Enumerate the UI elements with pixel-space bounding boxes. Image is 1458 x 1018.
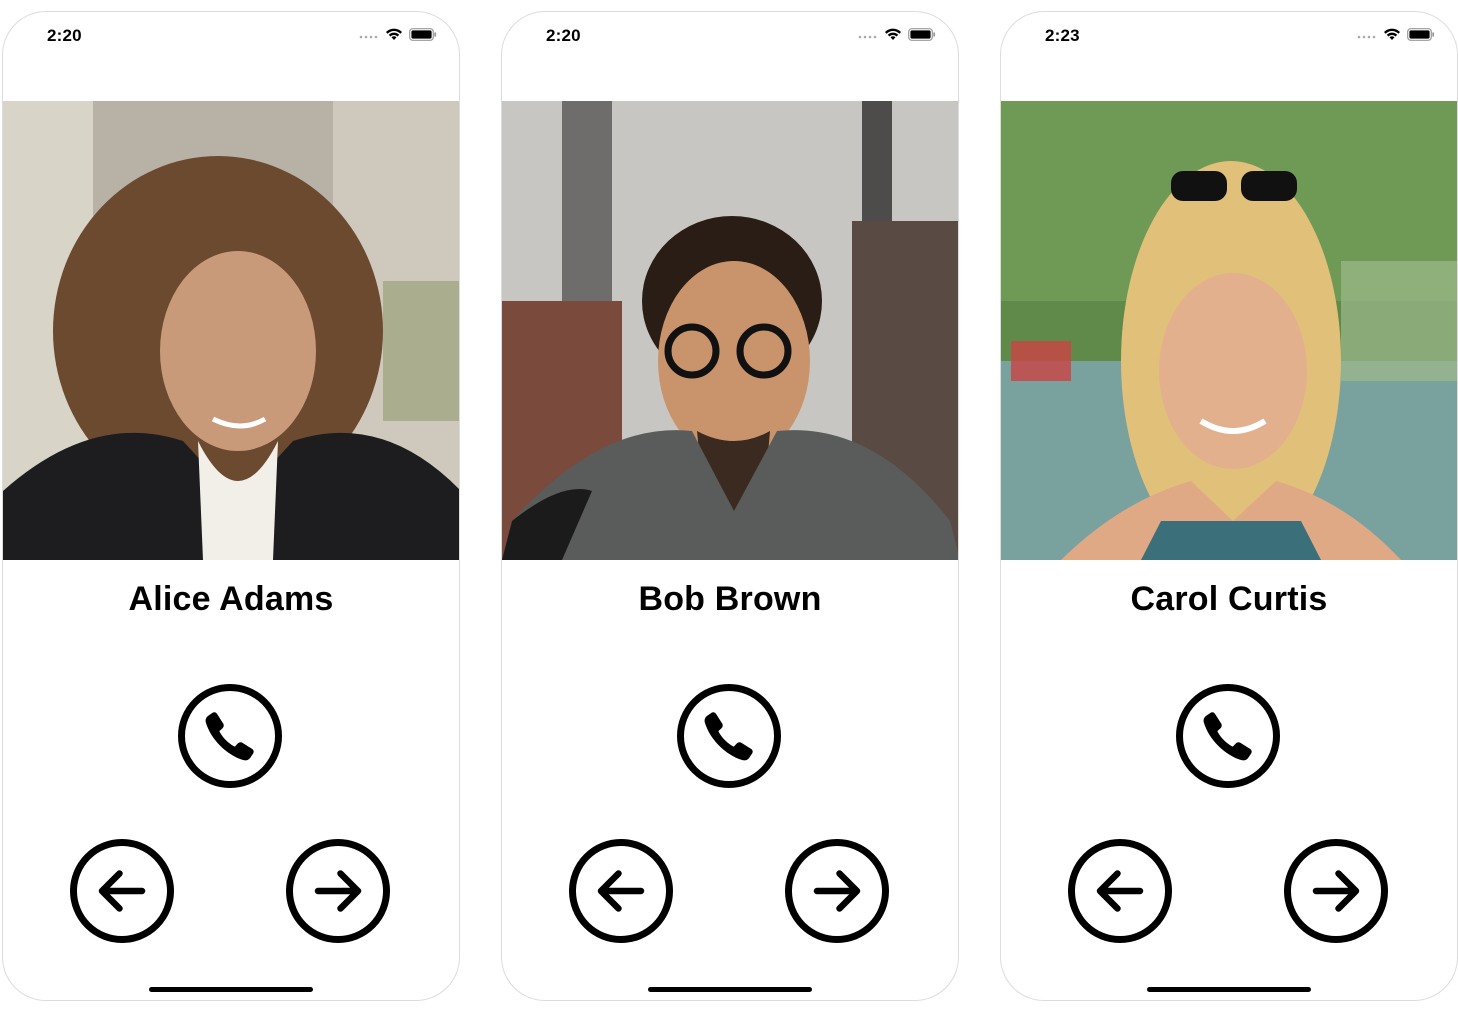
- portrait-illustration: [1001, 101, 1457, 560]
- contact-name: Alice Adams: [128, 580, 334, 618]
- previous-contact-button[interactable]: [70, 839, 174, 943]
- next-contact-button[interactable]: [1284, 839, 1388, 943]
- status-time: 2:20: [47, 26, 82, 45]
- app-store-screenshots: 2:20 Alice Adams 2:20 Bob Brown 2:23 Car…: [0, 0, 1458, 1018]
- home-indicator[interactable]: [648, 987, 812, 992]
- arrow-left-icon: [597, 870, 645, 912]
- cellular-signal-icon: [858, 35, 877, 38]
- status-bar: 2:20: [3, 12, 459, 62]
- status-time: 2:20: [546, 26, 581, 45]
- arrow-left-icon: [1096, 870, 1144, 912]
- phone-icon: [704, 712, 753, 761]
- home-indicator[interactable]: [149, 987, 313, 992]
- next-contact-button[interactable]: [286, 839, 390, 943]
- arrow-right-icon: [1312, 870, 1360, 912]
- contact-name: Carol Curtis: [1130, 580, 1328, 618]
- contact-photo: [3, 101, 459, 560]
- phone-icon: [205, 712, 254, 761]
- arrow-left-icon: [98, 870, 146, 912]
- contact-name: Bob Brown: [638, 580, 822, 618]
- cellular-signal-icon: [1357, 35, 1376, 38]
- battery-icon: [409, 28, 437, 41]
- home-indicator[interactable]: [1147, 987, 1311, 992]
- wifi-icon: [1384, 28, 1400, 40]
- arrow-right-icon: [813, 870, 861, 912]
- contact-photo: [502, 101, 958, 560]
- status-bar: 2:23: [1001, 12, 1457, 62]
- battery-icon: [1407, 28, 1435, 41]
- call-button[interactable]: [1176, 684, 1280, 788]
- call-button[interactable]: [677, 684, 781, 788]
- status-icons: [359, 28, 437, 41]
- portrait-illustration: [3, 101, 459, 560]
- wifi-icon: [386, 28, 402, 40]
- battery-icon: [908, 28, 936, 41]
- arrow-right-icon: [314, 870, 362, 912]
- previous-contact-button[interactable]: [569, 839, 673, 943]
- contact-photo: [1001, 101, 1457, 560]
- status-bar: 2:20: [502, 12, 958, 62]
- phone-screen-1: 2:20 Alice Adams: [2, 11, 460, 1001]
- status-icons: [858, 28, 936, 41]
- cellular-signal-icon: [359, 35, 378, 38]
- status-time: 2:23: [1045, 26, 1080, 45]
- phone-screen-2: 2:20 Bob Brown: [501, 11, 959, 1001]
- wifi-icon: [885, 28, 901, 40]
- phone-icon: [1203, 712, 1252, 761]
- portrait-illustration: [502, 101, 958, 560]
- phone-screen-3: 2:23 Carol Curtis: [1000, 11, 1458, 1001]
- previous-contact-button[interactable]: [1068, 839, 1172, 943]
- next-contact-button[interactable]: [785, 839, 889, 943]
- status-icons: [1357, 28, 1435, 41]
- call-button[interactable]: [178, 684, 282, 788]
